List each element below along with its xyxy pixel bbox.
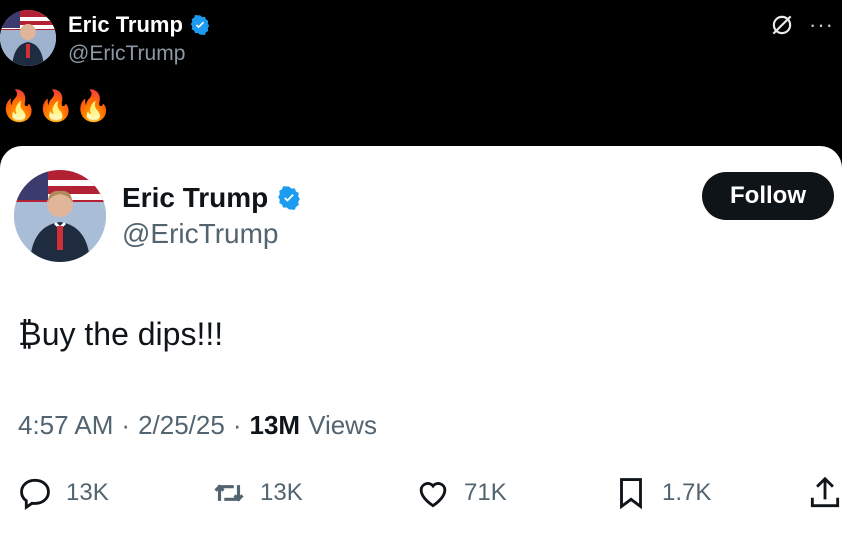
action-bar: 13K 13K 71K 1.7K	[0, 474, 842, 514]
handle[interactable]: @EricTrump	[68, 42, 185, 66]
like-icon	[419, 482, 447, 508]
reply-icon	[20, 478, 50, 510]
display-name[interactable]: Eric Trump	[68, 12, 211, 38]
reply-count: 13K	[66, 479, 109, 506]
quoted-display-name[interactable]: Eric Trump	[122, 182, 302, 214]
like-count: 71K	[464, 479, 507, 506]
tweet-text: ₿uy the dips!!!	[18, 316, 224, 352]
grok-icon[interactable]	[769, 12, 795, 38]
repost-count: 13K	[260, 479, 303, 506]
separator: ·	[232, 410, 242, 440]
avatar[interactable]	[0, 10, 56, 66]
verified-badge-icon	[190, 15, 210, 35]
more-icon[interactable]: ···	[809, 14, 834, 36]
post-header: Eric Trump @EricTrump ··· 🔥🔥🔥	[0, 0, 842, 145]
views-count: 13M	[249, 410, 301, 440]
follow-button[interactable]: Follow	[702, 172, 834, 220]
share-button[interactable]	[806, 474, 842, 512]
tweet-time[interactable]: 4:57 AM	[18, 410, 113, 441]
repost-button[interactable]: 13K	[210, 474, 303, 512]
display-name-text[interactable]: Eric Trump	[68, 12, 183, 38]
quoted-display-name-text[interactable]: Eric Trump	[122, 182, 268, 214]
header-actions: ···	[769, 12, 834, 38]
verified-badge-icon	[278, 186, 301, 210]
quoted-tweet-card[interactable]: Eric Trump @EricTrump Follow ₿uy the dip…	[0, 146, 842, 540]
quoted-handle[interactable]: @EricTrump	[122, 218, 279, 250]
like-button[interactable]: 71K	[414, 474, 507, 512]
tweet-meta: 4:57 AM · 2/25/25 · 13M Views	[18, 410, 377, 441]
separator: ·	[121, 410, 131, 440]
bookmark-count: 1.7K	[662, 479, 712, 506]
bookmark-button[interactable]: 1.7K	[612, 474, 711, 512]
quoted-avatar[interactable]	[14, 170, 106, 262]
repost-icon	[214, 484, 244, 502]
bookmark-icon	[620, 478, 642, 510]
tweet-date[interactable]: 2/25/25	[138, 410, 225, 441]
views-label: Views	[308, 410, 377, 440]
share-icon	[810, 476, 840, 508]
reply-text: 🔥🔥🔥	[0, 90, 113, 123]
reply-button[interactable]: 13K	[16, 474, 109, 512]
